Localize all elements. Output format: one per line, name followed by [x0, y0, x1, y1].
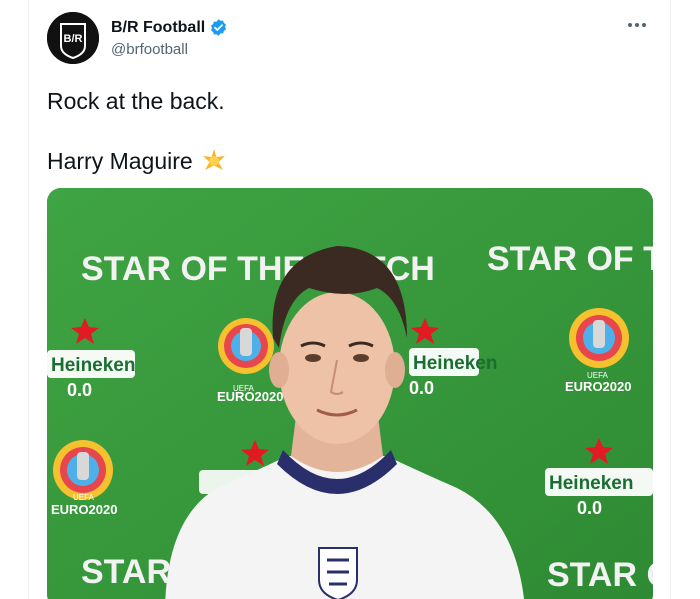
- verified-badge-icon: [211, 19, 227, 36]
- display-name[interactable]: B/R Football: [111, 19, 205, 37]
- star-emoji-icon: [202, 149, 225, 170]
- author-info: B/R Football @brfootball: [111, 18, 228, 58]
- tweet-card[interactable]: B/R B/R Football @brfootball Rock at the…: [28, 0, 671, 599]
- svg-text:UEFA: UEFA: [73, 493, 95, 502]
- svg-text:0.0: 0.0: [577, 498, 602, 518]
- backdrop-text-4: STAR OF THE MATCH: [547, 556, 653, 594]
- svg-text:Heineken: Heineken: [51, 355, 135, 376]
- tweet-photo[interactable]: STAR OF THE MATCH STAR OF THE MATCH STAR…: [47, 188, 653, 599]
- tweet-line-2: Harry Maguire: [47, 148, 193, 174]
- br-logo: B/R: [47, 12, 99, 64]
- author-avatar[interactable]: B/R: [47, 12, 99, 64]
- svg-text:0.0: 0.0: [67, 380, 92, 400]
- svg-text:EURO2020: EURO2020: [565, 379, 631, 394]
- euro2020-emblem-2: UEFA EURO2020: [565, 308, 631, 394]
- backdrop-text-2: STAR OF THE MATCH: [487, 240, 653, 278]
- photo-scene: STAR OF THE MATCH STAR OF THE MATCH STAR…: [47, 188, 653, 599]
- tweet-line-1: Rock at the back.: [47, 88, 225, 114]
- avatar-text: B/R: [64, 33, 83, 45]
- more-options-icon[interactable]: [628, 20, 648, 30]
- svg-text:0.0: 0.0: [409, 378, 434, 398]
- svg-text:Heineken: Heineken: [413, 353, 497, 374]
- svg-text:EURO2020: EURO2020: [217, 389, 283, 404]
- svg-text:EURO2020: EURO2020: [51, 502, 117, 517]
- tweet-text: Rock at the back. Harry Maguire: [47, 86, 227, 176]
- handle[interactable]: @brfootball: [111, 41, 228, 58]
- svg-text:Heineken: Heineken: [549, 473, 633, 494]
